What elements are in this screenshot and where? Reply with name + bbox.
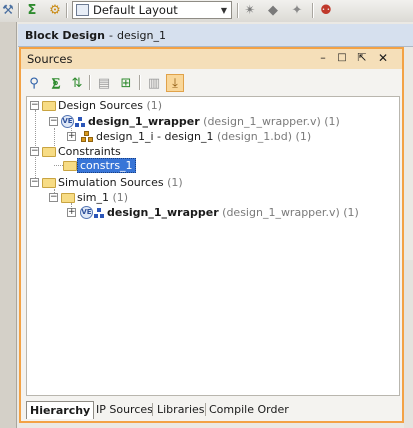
- tree-item-count: (1): [112, 191, 129, 204]
- tab-compile-order[interactable]: Compile Order: [206, 401, 292, 418]
- tree-item-label: Constraints: [58, 145, 121, 158]
- show-hierarchy-icon[interactable]: ⤓: [166, 74, 184, 92]
- block-design-header: Block Design - design_1: [18, 24, 413, 47]
- block-design-icon: [81, 131, 93, 142]
- sources-panel-title: Sources: [27, 52, 73, 66]
- layout-dropdown[interactable]: Default Layout ▼: [72, 1, 232, 19]
- expand-toggle[interactable]: −: [30, 101, 39, 110]
- verilog-file-icon: VE: [80, 206, 93, 219]
- folder-icon: [61, 193, 75, 203]
- tree-item-sim-wrapper[interactable]: design_1_wrapper (design_1_wrapper.v) (1…: [107, 205, 359, 220]
- tree-item-label: Design Sources: [58, 99, 143, 112]
- minimize-icon[interactable]: –: [316, 51, 330, 65]
- block-design-name: design_1: [116, 28, 166, 42]
- add-sources-icon[interactable]: ⊞: [117, 74, 135, 92]
- tree-item-count: (1): [343, 206, 359, 219]
- expand-toggle[interactable]: −: [30, 147, 39, 156]
- tree-item-constraints[interactable]: Constraints: [58, 144, 121, 159]
- tree-item-file: (design_1_wrapper.v): [203, 115, 321, 128]
- verilog-file-icon: VE: [61, 115, 74, 128]
- tree-guide: [54, 165, 63, 166]
- route-icon[interactable]: ✦: [289, 2, 305, 18]
- left-dock-strip: [0, 22, 16, 428]
- tab-ip-sources[interactable]: IP Sources: [93, 401, 156, 418]
- tree-item-label: sim_1: [77, 191, 110, 204]
- layout-dropdown-value: Default Layout: [93, 3, 178, 17]
- pin-icon[interactable]: ✴: [242, 2, 258, 18]
- tab-libraries[interactable]: Libraries: [154, 401, 208, 418]
- toolbar-divider: [237, 3, 238, 18]
- toolbar-divider: [66, 3, 67, 18]
- gear-icon[interactable]: ⚙: [47, 2, 63, 18]
- block-design-separator: -: [109, 28, 113, 42]
- vertical-scrollbar[interactable]: [404, 260, 413, 428]
- folder-icon: [63, 161, 77, 171]
- collapse-all-icon[interactable]: ⨊: [47, 74, 65, 92]
- debug-icon[interactable]: ⚉: [318, 2, 334, 18]
- tree-item-file: (design_1_wrapper.v): [222, 206, 340, 219]
- expand-toggle[interactable]: −: [49, 117, 58, 126]
- hierarchy-top-icon: [94, 208, 104, 218]
- block-design-title: Block Design: [25, 28, 105, 42]
- tree-item-sim-1[interactable]: sim_1 (1): [77, 190, 128, 205]
- folder-icon: [42, 178, 56, 188]
- tree-item-design-wrapper[interactable]: design_1_wrapper (design_1_wrapper.v) (1…: [88, 114, 340, 129]
- tab-divider: [152, 403, 153, 416]
- tree-item-label-selected: constrs_1: [77, 158, 136, 173]
- toolbar-divider: [18, 3, 19, 18]
- folder-icon: [42, 147, 56, 157]
- tree-item-count: (1): [324, 115, 340, 128]
- diamond-icon[interactable]: ◆: [265, 2, 281, 18]
- tree-item-label: Simulation Sources: [58, 176, 164, 189]
- add-sources-folder-icon[interactable]: ▤: [95, 74, 113, 92]
- wrench-icon[interactable]: ⚒: [0, 2, 16, 18]
- folder-icon: [42, 101, 56, 111]
- tree-item-label: design_1_wrapper: [88, 115, 200, 128]
- tree-item-file: (design_1.bd): [217, 130, 293, 143]
- tools-divider: [139, 75, 140, 90]
- expand-toggle[interactable]: −: [30, 178, 39, 187]
- restore-icon[interactable]: □: [335, 51, 349, 65]
- expand-toggle[interactable]: +: [67, 132, 76, 141]
- expand-all-icon[interactable]: ⇅: [68, 74, 86, 92]
- tree-item-count: (1): [295, 130, 312, 143]
- layout-icon: [76, 4, 89, 16]
- close-icon[interactable]: ✕: [376, 51, 390, 65]
- chevron-down-icon[interactable]: ▼: [217, 6, 231, 15]
- tree-item-count: (1): [167, 176, 183, 189]
- properties-icon[interactable]: ▥: [145, 74, 163, 92]
- main-toolbar: ⚒ Σ ⚙ Default Layout ▼ ✴ ◆ ✦ ⚉: [0, 0, 413, 23]
- toolbar-divider: [312, 3, 313, 18]
- tree-item-label: design_1_wrapper: [107, 206, 219, 219]
- hierarchy-top-icon: [75, 117, 85, 127]
- expand-toggle[interactable]: +: [67, 208, 76, 217]
- expand-toggle[interactable]: −: [49, 193, 58, 202]
- search-icon[interactable]: ⚲: [25, 74, 43, 92]
- tree-item-simulation-sources[interactable]: Simulation Sources (1): [58, 175, 183, 190]
- tools-divider: [89, 75, 90, 90]
- tab-hierarchy[interactable]: Hierarchy: [26, 401, 95, 419]
- tree-item-label: design_1_i - design_1: [96, 130, 214, 143]
- sigma-icon[interactable]: Σ: [24, 2, 40, 18]
- float-icon[interactable]: ⇱: [355, 51, 369, 65]
- tree-item-count: (1): [146, 99, 163, 112]
- tree-item-design-sources[interactable]: Design Sources (1): [58, 98, 162, 113]
- tree-item-constrs-1[interactable]: constrs_1: [77, 158, 136, 173]
- tree-item-design-instance[interactable]: design_1_i - design_1 (design_1.bd) (1): [96, 129, 311, 144]
